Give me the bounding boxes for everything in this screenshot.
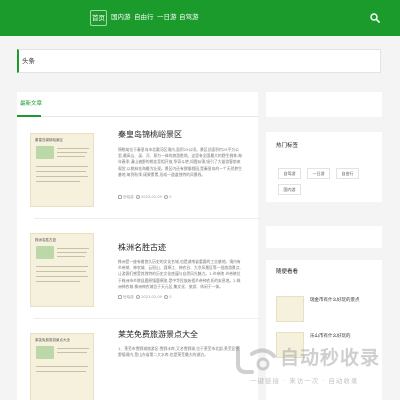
article-thumbnail[interactable]: 株洲名胜古迹 bbox=[30, 233, 94, 307]
thumbnail-text-line bbox=[36, 171, 86, 172]
thumbnail-text-line bbox=[36, 276, 88, 277]
thumbnail-text-line bbox=[57, 256, 85, 257]
article-thumbnail[interactable]: 秦皇岛锦桃峪景区 bbox=[30, 133, 94, 207]
thumbnail-text-line bbox=[57, 148, 89, 149]
article-meta: 世晓游 2023-02-09 0 bbox=[118, 195, 172, 200]
eye-icon bbox=[164, 195, 169, 199]
author-icon bbox=[118, 295, 122, 299]
sidebar-hot-tags: 热门标签 自驾游 一日游 自由行 国内游 bbox=[266, 132, 382, 202]
clock-icon bbox=[136, 295, 141, 299]
thumbnail-photo bbox=[36, 346, 54, 359]
thumbnail-text-line bbox=[57, 156, 85, 157]
search-icon[interactable] bbox=[370, 13, 380, 23]
author-icon bbox=[118, 195, 122, 199]
thumbnail-text-line bbox=[57, 252, 87, 253]
thumbnail-caption: 秦皇岛锦桃峪景区 bbox=[35, 138, 63, 142]
article-divider bbox=[34, 318, 262, 319]
tab-latest-articles[interactable]: 最新文章 bbox=[20, 99, 42, 107]
thumbnail-photo bbox=[36, 246, 54, 259]
sidebar-blank-box bbox=[266, 226, 382, 248]
article-title[interactable]: 株洲名胜古迹 bbox=[118, 242, 166, 253]
nav-link-domestic[interactable]: 国内游 bbox=[111, 11, 131, 21]
article-thumbnail[interactable]: 莱芜免费旅游景点大全 bbox=[30, 333, 94, 400]
article-date: 2023-02-09 bbox=[141, 195, 162, 199]
tag-self-drive[interactable]: 自驾游 bbox=[278, 168, 301, 179]
article-excerpt: 锦桃峪位于秦皇岛市北戴河区境内,面积25公顷。景区总面积约25平方公里,最高山、… bbox=[118, 147, 242, 177]
clock-icon bbox=[136, 195, 141, 199]
thumbnail-photo bbox=[36, 146, 54, 159]
nav-link-self-drive[interactable]: 自驾游 bbox=[179, 11, 199, 21]
tag-domestic[interactable]: 国内游 bbox=[278, 184, 301, 195]
thumbnail-text-line bbox=[36, 181, 80, 182]
sidebar-recommend: 随便看看 瑞金市有什么好玩的景点 乐山市有什么好玩的 bbox=[266, 260, 382, 400]
article-excerpt: 株洲是一座有着悠久历史的文化名城,也是湖南省重要的工业基地。境内有炎帝陵、神农城… bbox=[118, 259, 241, 289]
article-date: 2023-02-09 bbox=[141, 295, 162, 299]
recommend-title: 随便看看 bbox=[276, 269, 299, 275]
article-title[interactable]: 莱芜免费旅游景点大全 bbox=[118, 329, 198, 340]
thumbnail-text-line bbox=[36, 176, 88, 177]
thumbnail-caption: 株洲名胜古迹 bbox=[35, 238, 56, 242]
thumbnail-caption: 莱芜免费旅游景点大全 bbox=[35, 338, 70, 342]
sidebar-blank-box bbox=[266, 92, 382, 117]
thumbnail-text-line bbox=[57, 152, 87, 153]
recommend-thumbnail[interactable] bbox=[276, 296, 304, 322]
article-author: 世晓游 bbox=[123, 295, 134, 299]
article-view-count: 0 bbox=[169, 295, 172, 299]
thumbnail-text-line bbox=[57, 248, 89, 249]
active-tab-indicator bbox=[17, 115, 41, 117]
article-view-count: 0 bbox=[169, 195, 172, 199]
headline-bar[interactable]: 头条 bbox=[17, 49, 381, 73]
nav-link-day-trip[interactable]: 一日游 bbox=[157, 11, 177, 21]
thumbnail-text-line bbox=[36, 366, 88, 367]
article-divider bbox=[34, 218, 262, 219]
top-navbar: 首页 国内游 自由行 一日游 自驾游 bbox=[0, 0, 400, 36]
article-title[interactable]: 秦皇岛锦桃峪景区 bbox=[118, 129, 182, 140]
thumbnail-text-line bbox=[57, 352, 87, 353]
thumbnail-text-line bbox=[36, 281, 80, 282]
recommend-thumbnail[interactable] bbox=[276, 332, 304, 358]
thumbnail-text-line bbox=[36, 371, 86, 372]
article-tabbar: 最新文章 bbox=[17, 92, 258, 117]
nav-link-free-travel[interactable]: 自由行 bbox=[134, 11, 154, 21]
thumbnail-text-line bbox=[57, 348, 89, 349]
recommend-item-title[interactable]: 瑞金市有什么好玩的景点 bbox=[310, 297, 360, 303]
tag-free-travel[interactable]: 自由行 bbox=[336, 168, 359, 179]
article-meta: 世晓游 2023-02-09 0 bbox=[118, 295, 172, 300]
article-excerpt: 1、莱芜市雪野湖旅游区:雪野水库,又名雪野湖,位于莱芜市北部,莱芜区雪野镇境内,… bbox=[118, 346, 240, 358]
thumbnail-text-line bbox=[36, 266, 88, 267]
thumbnail-text-line bbox=[36, 271, 86, 272]
tag-day-trip[interactable]: 一日游 bbox=[307, 168, 330, 179]
nav-home-link[interactable]: 首页 bbox=[90, 10, 107, 26]
article-list-panel: 最新文章 秦皇岛锦桃峪景区 秦皇岛锦桃峪景区 锦桃峪位于秦皇岛市北戴河区境内,面… bbox=[17, 92, 262, 400]
hot-tags-title: 热门标签 bbox=[276, 143, 299, 149]
recommend-item-title[interactable]: 乐山市有什么好玩的 bbox=[310, 333, 351, 339]
eye-icon bbox=[164, 295, 169, 299]
article-author: 世晓游 bbox=[123, 195, 134, 199]
thumbnail-text-line bbox=[36, 166, 88, 167]
